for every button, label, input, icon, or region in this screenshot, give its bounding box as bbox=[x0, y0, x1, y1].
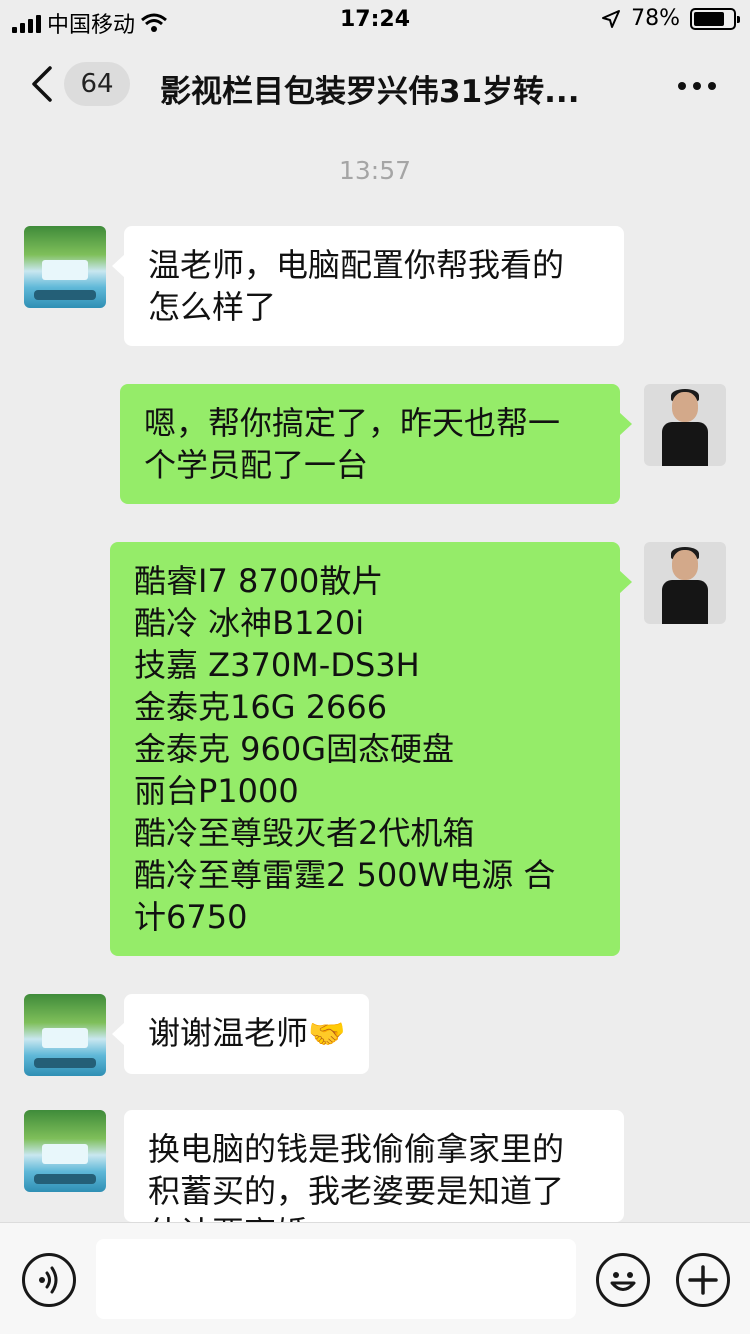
message-line: 个学员配了一台 bbox=[144, 446, 369, 484]
status-bar: 中国移动 17:24 78% bbox=[0, 0, 750, 40]
message-line: 计6750 bbox=[134, 898, 248, 936]
status-right: 78% bbox=[601, 6, 740, 31]
message-bubble[interactable]: 谢谢温老师🤝 bbox=[111, 994, 370, 1074]
unread-count-badge[interactable]: 64 bbox=[64, 62, 130, 106]
battery-icon bbox=[690, 7, 740, 30]
voice-icon[interactable] bbox=[22, 1253, 76, 1307]
message-line: 谢谢温老师🤝 bbox=[148, 1012, 345, 1056]
battery-fill bbox=[694, 11, 724, 26]
person-avatar[interactable] bbox=[644, 384, 726, 466]
message-line: 怎么样了 bbox=[148, 288, 277, 326]
smiley-icon[interactable] bbox=[596, 1253, 650, 1307]
message-line: 酷睿I7 8700散片 bbox=[134, 562, 384, 600]
message-line: 温老师，电脑配置你帮我看的 bbox=[148, 246, 565, 284]
message-line: 丽台P1000 bbox=[134, 772, 299, 810]
message-line: 金泰克 960G固态硬盘 bbox=[134, 730, 455, 768]
message-bubble[interactable]: 换电脑的钱是我偷偷拿家里的 积蓄买的，我老婆要是知道了 估计要离婚 bbox=[124, 1110, 624, 1222]
handshake-icon: 🤝 bbox=[308, 1017, 346, 1052]
message-bubble[interactable]: 嗯，帮你搞定了，昨天也帮一 个学员配了一台 bbox=[120, 384, 632, 504]
landscape-avatar[interactable] bbox=[24, 994, 106, 1076]
chat-timestamp: 13:57 bbox=[338, 156, 412, 185]
more-options-icon[interactable] bbox=[678, 82, 716, 90]
person-avatar[interactable] bbox=[644, 542, 726, 624]
battery-percent: 78% bbox=[631, 6, 680, 31]
message-line: 嗯，帮你搞定了，昨天也帮一 bbox=[144, 404, 561, 442]
message-line: 技嘉 Z370M-DS3H bbox=[134, 646, 420, 684]
nav-bar: 64 影视栏目包装罗兴伟31岁转... bbox=[0, 40, 750, 130]
message-input[interactable] bbox=[96, 1239, 576, 1319]
landscape-avatar[interactable] bbox=[24, 1110, 106, 1192]
message-bubble[interactable]: 温老师，电脑配置你帮我看的 怎么样了 bbox=[112, 226, 624, 346]
message-line: 酷冷至尊毁灭者2代机箱 bbox=[134, 814, 475, 852]
message-line: 换电脑的钱是我偷偷拿家里的 bbox=[148, 1130, 565, 1168]
message-line: 酷冷至尊雷霆2 500W电源 合 bbox=[134, 856, 556, 894]
message-text: 谢谢温老师 bbox=[148, 1014, 309, 1052]
back-chevron-icon[interactable] bbox=[28, 66, 56, 102]
message-bubble[interactable]: 酷睿I7 8700散片 酷冷 冰神B120i 技嘉 Z370M-DS3H 金泰克… bbox=[110, 542, 632, 956]
input-bar bbox=[0, 1222, 750, 1334]
landscape-avatar[interactable] bbox=[24, 226, 106, 308]
message-line: 估计要离婚 bbox=[148, 1212, 600, 1222]
message-line: 积蓄买的，我老婆要是知道了 bbox=[148, 1172, 565, 1210]
message-line: 金泰克16G 2666 bbox=[134, 688, 388, 726]
chat-title: 影视栏目包装罗兴伟31岁转... bbox=[160, 74, 580, 110]
plus-icon[interactable] bbox=[676, 1253, 730, 1307]
message-line: 酷冷 冰神B120i bbox=[134, 604, 365, 642]
location-arrow-icon bbox=[602, 9, 621, 28]
